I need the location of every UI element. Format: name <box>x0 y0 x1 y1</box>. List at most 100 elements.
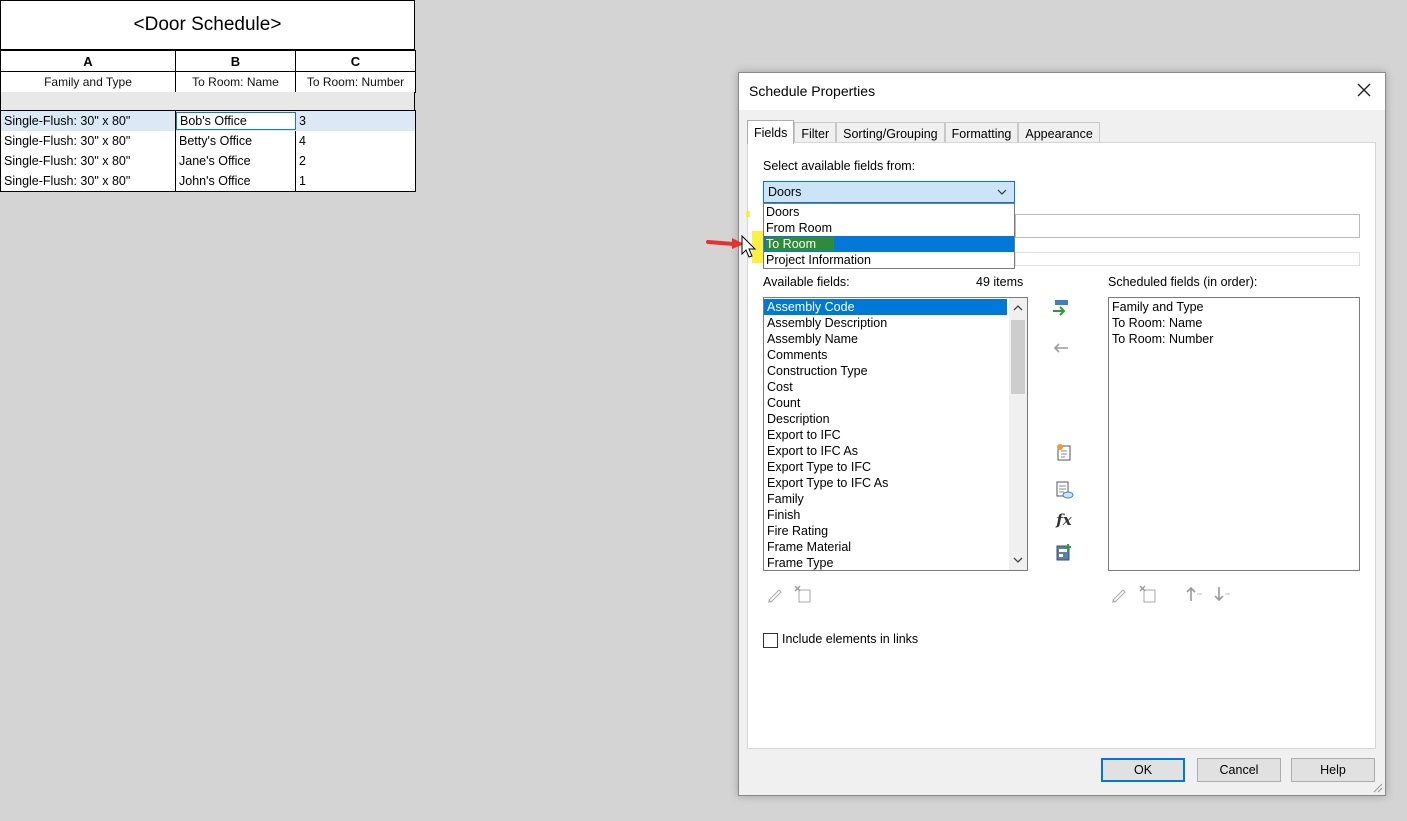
select-from-label: Select available fields from: <box>763 159 916 173</box>
dropdown-option-project-information[interactable]: Project Information <box>764 252 1014 268</box>
room-name-cell[interactable]: Betty's Office <box>176 131 296 151</box>
delete-parameter-icon[interactable] <box>792 583 814 605</box>
fields-panel: Select available fields from: Doors Door… <box>746 142 1376 749</box>
red-arrow-icon <box>706 238 744 249</box>
available-fields-items: Assembly Code Assembly Description Assem… <box>764 298 1027 570</box>
room-number-cell[interactable]: 2 <box>296 151 416 171</box>
tab-formatting[interactable]: Formatting <box>944 122 1019 144</box>
dialog-title: Schedule Properties <box>749 83 876 99</box>
scheduled-fields-items: Family and Type To Room: Name To Room: N… <box>1109 298 1359 347</box>
delete-parameter-icon[interactable] <box>1137 583 1159 605</box>
include-links-checkbox[interactable] <box>763 633 778 648</box>
list-item[interactable]: Export to IFC As <box>764 443 1027 459</box>
column-letter-b[interactable]: B <box>176 51 296 71</box>
add-field-icon[interactable] <box>1050 297 1072 319</box>
list-item[interactable]: Assembly Code <box>764 299 1007 315</box>
list-item[interactable]: Assembly Name <box>764 331 1027 347</box>
list-item[interactable]: To Room: Name <box>1109 315 1359 331</box>
edit-pencil-icon[interactable] <box>1108 583 1130 605</box>
list-item[interactable]: Export to IFC <box>764 427 1027 443</box>
family-type-cell[interactable]: Single-Flush: 30" x 80" <box>1 131 176 151</box>
field-source-dropdown[interactable]: Doors From Room To Room Project Informat… <box>763 203 1015 269</box>
include-links-label: Include elements in links <box>782 632 919 646</box>
dialog-titlebar[interactable]: Schedule Properties <box>739 73 1385 110</box>
scrollbar-thumb[interactable] <box>1011 320 1025 394</box>
edit-parameter-icon[interactable] <box>1053 479 1075 501</box>
tab-bar: Fields Filter Sorting/Grouping Formattin… <box>747 120 1100 144</box>
dropdown-option-to-room[interactable]: To Room <box>764 236 1014 252</box>
tab-filter[interactable]: Filter <box>794 122 837 144</box>
list-item[interactable]: Family <box>764 491 1027 507</box>
list-item[interactable]: Export Type to IFC <box>764 459 1027 475</box>
available-fields-list[interactable]: Assembly Code Assembly Description Assem… <box>763 297 1028 571</box>
scroll-up-icon[interactable] <box>1012 302 1024 314</box>
list-item[interactable]: Export Type to IFC As <box>764 475 1027 491</box>
column-header-row: Family and Type To Room: Name To Room: N… <box>0 71 416 93</box>
list-item[interactable]: Family and Type <box>1109 299 1359 315</box>
search-field[interactable] <box>1015 214 1360 238</box>
highlight-mark <box>746 211 750 217</box>
vertical-scrollbar[interactable] <box>1009 298 1027 570</box>
list-item[interactable]: Comments <box>764 347 1027 363</box>
item-count: 49 items <box>976 275 1024 289</box>
move-down-icon[interactable] <box>1211 583 1233 605</box>
room-number-cell[interactable]: 1 <box>296 171 416 191</box>
column-header[interactable]: Family and Type <box>1 72 176 92</box>
resize-grip-icon[interactable] <box>1371 781 1383 793</box>
chevron-down-icon[interactable] <box>996 186 1008 201</box>
column-header[interactable]: To Room: Number <box>296 72 416 92</box>
table-row[interactable]: Single-Flush: 30" x 80" John's Office 1 <box>0 171 416 192</box>
mouse-cursor-icon <box>741 235 757 258</box>
list-item[interactable]: Description <box>764 411 1027 427</box>
combine-parameters-icon[interactable] <box>1053 541 1075 563</box>
room-name-cell[interactable]: Jane's Office <box>176 151 296 171</box>
family-type-cell[interactable]: Single-Flush: 30" x 80" <box>1 151 176 171</box>
field-source-select[interactable]: Doors <box>763 181 1015 203</box>
room-number-cell[interactable]: 4 <box>296 131 416 151</box>
help-button[interactable]: Help <box>1291 758 1375 782</box>
column-letter-row: A B C <box>0 50 416 71</box>
room-number-cell[interactable]: 3 <box>296 111 416 131</box>
column-header[interactable]: To Room: Name <box>176 72 296 92</box>
list-item[interactable]: Finish <box>764 507 1027 523</box>
column-letter-a[interactable]: A <box>1 51 176 71</box>
table-row[interactable]: Single-Flush: 30" x 80" Bob's Office 3 <box>0 110 416 132</box>
move-up-icon[interactable] <box>1183 583 1205 605</box>
room-name-cell[interactable]: Bob's Office <box>176 112 296 130</box>
list-item[interactable]: Assembly Description <box>764 315 1027 331</box>
tab-appearance[interactable]: Appearance <box>1018 122 1100 144</box>
tab-sorting-grouping[interactable]: Sorting/Grouping <box>836 122 945 144</box>
close-icon[interactable] <box>1355 81 1373 99</box>
list-item[interactable]: Count <box>764 395 1027 411</box>
family-type-cell[interactable]: Single-Flush: 30" x 80" <box>1 171 176 191</box>
table-row[interactable]: Single-Flush: 30" x 80" Jane's Office 2 <box>0 151 416 172</box>
hidden-control <box>1015 252 1360 266</box>
remove-field-icon[interactable] <box>1050 337 1072 359</box>
list-item[interactable]: Frame Material <box>764 539 1027 555</box>
schedule-properties-dialog: Schedule Properties Fields Filter Sortin… <box>738 72 1386 796</box>
ok-button[interactable]: OK <box>1101 758 1185 782</box>
list-item[interactable]: Fire Rating <box>764 523 1027 539</box>
column-letter-c[interactable]: C <box>296 51 416 71</box>
new-parameter-icon[interactable] <box>1053 441 1075 463</box>
room-name-cell[interactable]: John's Office <box>176 171 296 191</box>
list-item[interactable]: Frame Type <box>764 555 1027 570</box>
list-item[interactable]: Construction Type <box>764 363 1027 379</box>
field-source-value: Doors <box>768 185 802 199</box>
dropdown-option-from-room[interactable]: From Room <box>764 220 1014 236</box>
cancel-button[interactable]: Cancel <box>1197 758 1281 782</box>
dropdown-option-label: To Room <box>766 237 835 251</box>
table-row[interactable]: Single-Flush: 30" x 80" Betty's Office 4 <box>0 131 416 152</box>
list-item[interactable]: To Room: Number <box>1109 331 1359 347</box>
scheduled-fields-list[interactable]: Family and Type To Room: Name To Room: N… <box>1108 297 1360 571</box>
dropdown-option-doors[interactable]: Doors <box>764 204 1014 220</box>
edit-pencil-icon[interactable] <box>764 583 786 605</box>
tab-fields[interactable]: Fields <box>747 120 795 144</box>
family-type-cell[interactable]: Single-Flush: 30" x 80" <box>1 111 176 131</box>
list-item[interactable]: Cost <box>764 379 1027 395</box>
fx-icon[interactable]: fx <box>1053 509 1075 531</box>
header-spacer <box>0 92 415 110</box>
schedule-title: <Door Schedule> <box>0 0 415 50</box>
scroll-down-icon[interactable] <box>1012 554 1024 566</box>
available-fields-label: Available fields: <box>763 275 850 289</box>
